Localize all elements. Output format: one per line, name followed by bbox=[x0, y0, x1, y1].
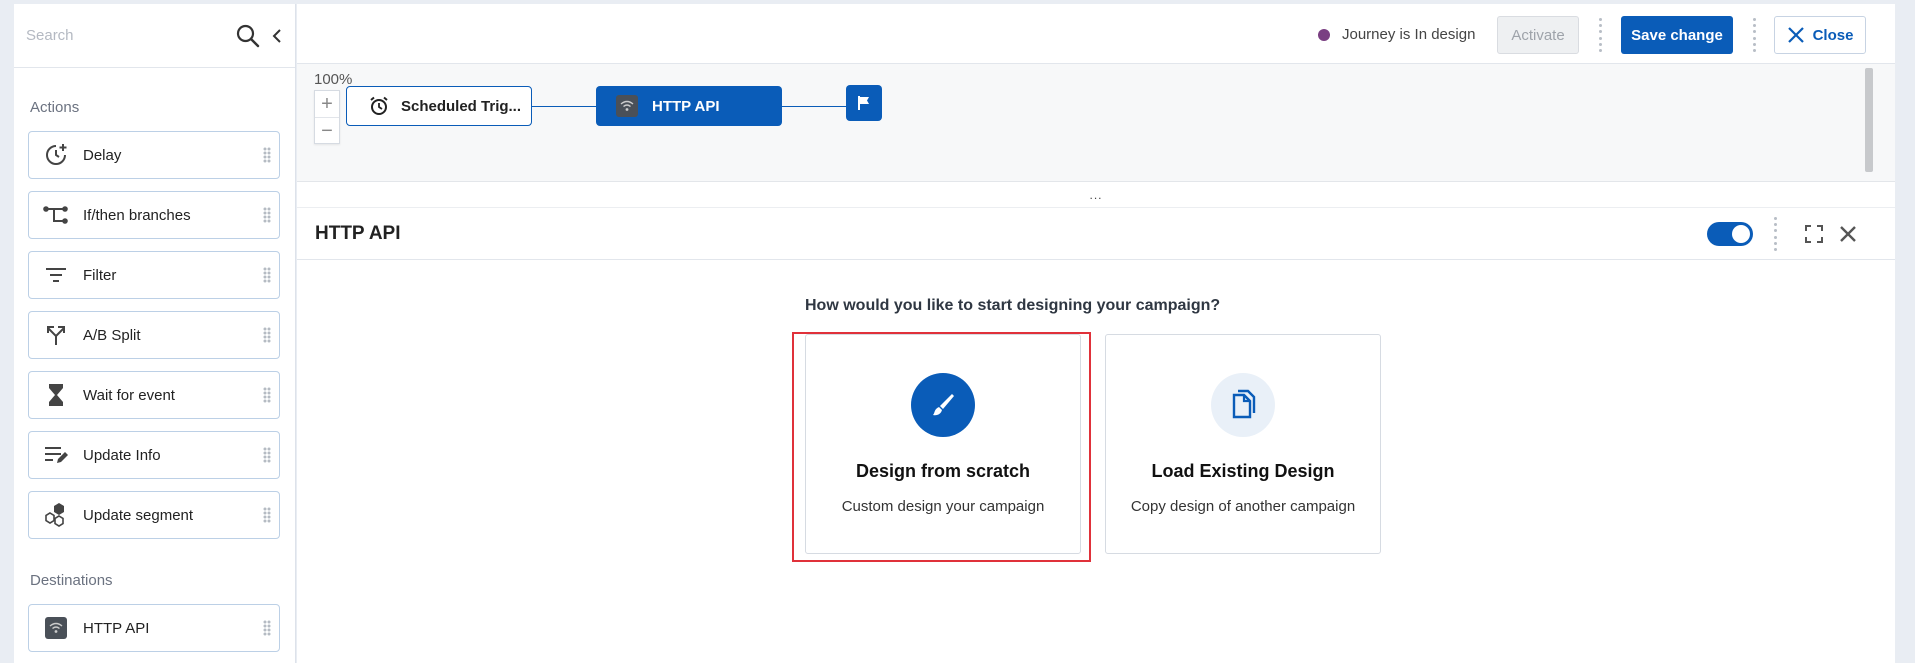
copy-document-icon bbox=[1211, 373, 1275, 437]
close-icon bbox=[1787, 27, 1804, 43]
activate-button[interactable]: Activate bbox=[1497, 16, 1579, 54]
sidebar-search-row bbox=[14, 4, 295, 68]
divider-dots bbox=[1599, 18, 1603, 52]
search-icon[interactable] bbox=[235, 23, 261, 49]
node-label: Scheduled Trig... bbox=[401, 97, 522, 115]
node-end-flag[interactable] bbox=[846, 85, 882, 121]
drag-handle-icon[interactable] bbox=[255, 447, 279, 463]
node-http-api[interactable]: HTTP API bbox=[596, 86, 782, 126]
destination-http-api[interactable]: HTTP API bbox=[28, 604, 280, 652]
action-delay[interactable]: Delay bbox=[28, 131, 280, 179]
flag-icon bbox=[858, 96, 869, 110]
action-label: A/B Split bbox=[83, 326, 141, 344]
close-panel-icon[interactable] bbox=[1838, 224, 1858, 244]
node-label: HTTP API bbox=[652, 97, 720, 115]
action-wait-for-event[interactable]: Wait for event bbox=[28, 371, 280, 419]
search-input[interactable] bbox=[26, 27, 235, 44]
actions-section-label: Actions bbox=[30, 99, 80, 116]
drag-handle-icon[interactable] bbox=[255, 387, 279, 403]
divider-dots bbox=[1774, 217, 1778, 251]
hourglass-icon bbox=[29, 372, 83, 418]
branch-icon bbox=[29, 192, 83, 238]
clock-plus-icon bbox=[29, 132, 83, 178]
sidebar: Actions Delay If/then branches Filter bbox=[14, 4, 296, 663]
save-change-button[interactable]: Save change bbox=[1621, 16, 1733, 54]
zoom-controls: + − bbox=[314, 90, 340, 144]
design-from-scratch-card[interactable]: Design from scratch Custom design your c… bbox=[805, 334, 1081, 554]
drag-handle-icon[interactable] bbox=[255, 620, 279, 636]
drag-handle-icon[interactable] bbox=[255, 147, 279, 163]
action-label: Delay bbox=[83, 146, 122, 164]
action-ab-split[interactable]: A/B Split bbox=[28, 311, 280, 359]
split-icon bbox=[29, 312, 83, 358]
alarm-clock-icon bbox=[370, 96, 388, 115]
zoom-out-button[interactable]: − bbox=[315, 118, 339, 145]
panel-title: HTTP API bbox=[315, 223, 401, 244]
top-bar: Journey is In design Activate Save chang… bbox=[297, 4, 1895, 64]
panel-header: HTTP API bbox=[297, 208, 1895, 260]
action-label: Update Info bbox=[83, 446, 161, 464]
drag-handle-icon[interactable] bbox=[255, 327, 279, 343]
zoom-level: 100% bbox=[314, 71, 353, 88]
action-update-segment[interactable]: Update segment bbox=[28, 491, 280, 539]
connector-line bbox=[532, 106, 596, 107]
action-label: Update segment bbox=[83, 506, 194, 524]
action-filter[interactable]: Filter bbox=[28, 251, 280, 299]
card-description: Copy design of another campaign bbox=[1130, 498, 1356, 515]
canvas-scrollbar[interactable] bbox=[1865, 68, 1873, 172]
filter-icon bbox=[29, 252, 83, 298]
design-question: How would you like to start designing yo… bbox=[805, 297, 1221, 314]
connector-line bbox=[782, 106, 846, 107]
edit-lines-icon bbox=[29, 432, 83, 478]
destinations-section-label: Destinations bbox=[30, 572, 113, 589]
paintbrush-icon bbox=[911, 373, 975, 437]
drag-handle-icon[interactable] bbox=[255, 267, 279, 283]
action-label: If/then branches bbox=[83, 206, 191, 224]
card-title: Design from scratch bbox=[855, 461, 1031, 481]
card-description: Custom design your campaign bbox=[841, 498, 1045, 515]
panel-body: How would you like to start designing yo… bbox=[297, 260, 1895, 663]
segment-icon bbox=[29, 492, 83, 538]
card-title: Load Existing Design bbox=[1151, 461, 1335, 481]
divider-dots bbox=[1753, 18, 1757, 52]
zoom-in-button[interactable]: + bbox=[315, 91, 339, 118]
wifi-icon bbox=[616, 95, 638, 117]
enable-toggle[interactable] bbox=[1707, 222, 1753, 246]
node-scheduled-trigger[interactable]: Scheduled Trig... bbox=[346, 86, 532, 126]
close-button[interactable]: Close bbox=[1774, 16, 1866, 54]
drag-handle-icon[interactable] bbox=[255, 507, 279, 523]
collapse-sidebar-icon[interactable] bbox=[271, 28, 283, 43]
destination-label: HTTP API bbox=[83, 619, 150, 637]
action-if-then[interactable]: If/then branches bbox=[28, 191, 280, 239]
action-update-info[interactable]: Update Info bbox=[28, 431, 280, 479]
journey-canvas[interactable]: 100% + − Scheduled Trig... HTTP API bbox=[297, 64, 1895, 182]
expand-icon[interactable] bbox=[1804, 224, 1824, 244]
action-label: Wait for event bbox=[83, 386, 175, 404]
close-label: Close bbox=[1812, 26, 1854, 44]
wifi-icon bbox=[29, 605, 83, 651]
panel-resize-handle[interactable]: ... bbox=[297, 182, 1895, 208]
load-existing-design-card[interactable]: Load Existing Design Copy design of anot… bbox=[1105, 334, 1381, 554]
action-label: Filter bbox=[83, 266, 117, 284]
status-dot bbox=[1318, 28, 1330, 41]
drag-handle-icon[interactable] bbox=[255, 207, 279, 223]
journey-status: Journey is In design bbox=[1318, 26, 1475, 43]
status-text: Journey is In design bbox=[1342, 26, 1476, 43]
